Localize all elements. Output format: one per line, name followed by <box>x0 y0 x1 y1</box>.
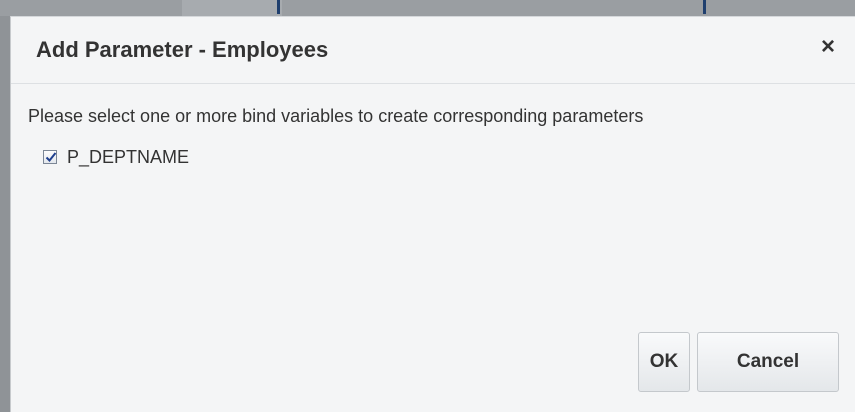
bind-variable-row[interactable]: P_DEPTNAME <box>43 146 788 168</box>
bind-variable-label: P_DEPTNAME <box>67 146 190 167</box>
close-button[interactable]: × <box>815 34 841 60</box>
dialog-title: Add Parameter - Employees <box>36 37 329 62</box>
ok-button[interactable]: OK <box>638 332 690 392</box>
cancel-button[interactable]: Cancel <box>697 332 839 392</box>
close-icon: × <box>820 33 835 60</box>
instructions-text: Please select one or more bind variables… <box>28 106 644 126</box>
background-divider <box>277 0 280 14</box>
add-parameter-dialog: Add Parameter - Employees × Please selec… <box>10 16 855 412</box>
background-page <box>0 0 855 16</box>
background-panel <box>182 0 282 16</box>
checkbox-checked-icon[interactable] <box>43 150 57 164</box>
background-divider <box>703 0 706 14</box>
dialog-body: Please select one or more bind variables… <box>28 104 788 168</box>
dialog-header: Add Parameter - Employees × <box>11 17 855 84</box>
